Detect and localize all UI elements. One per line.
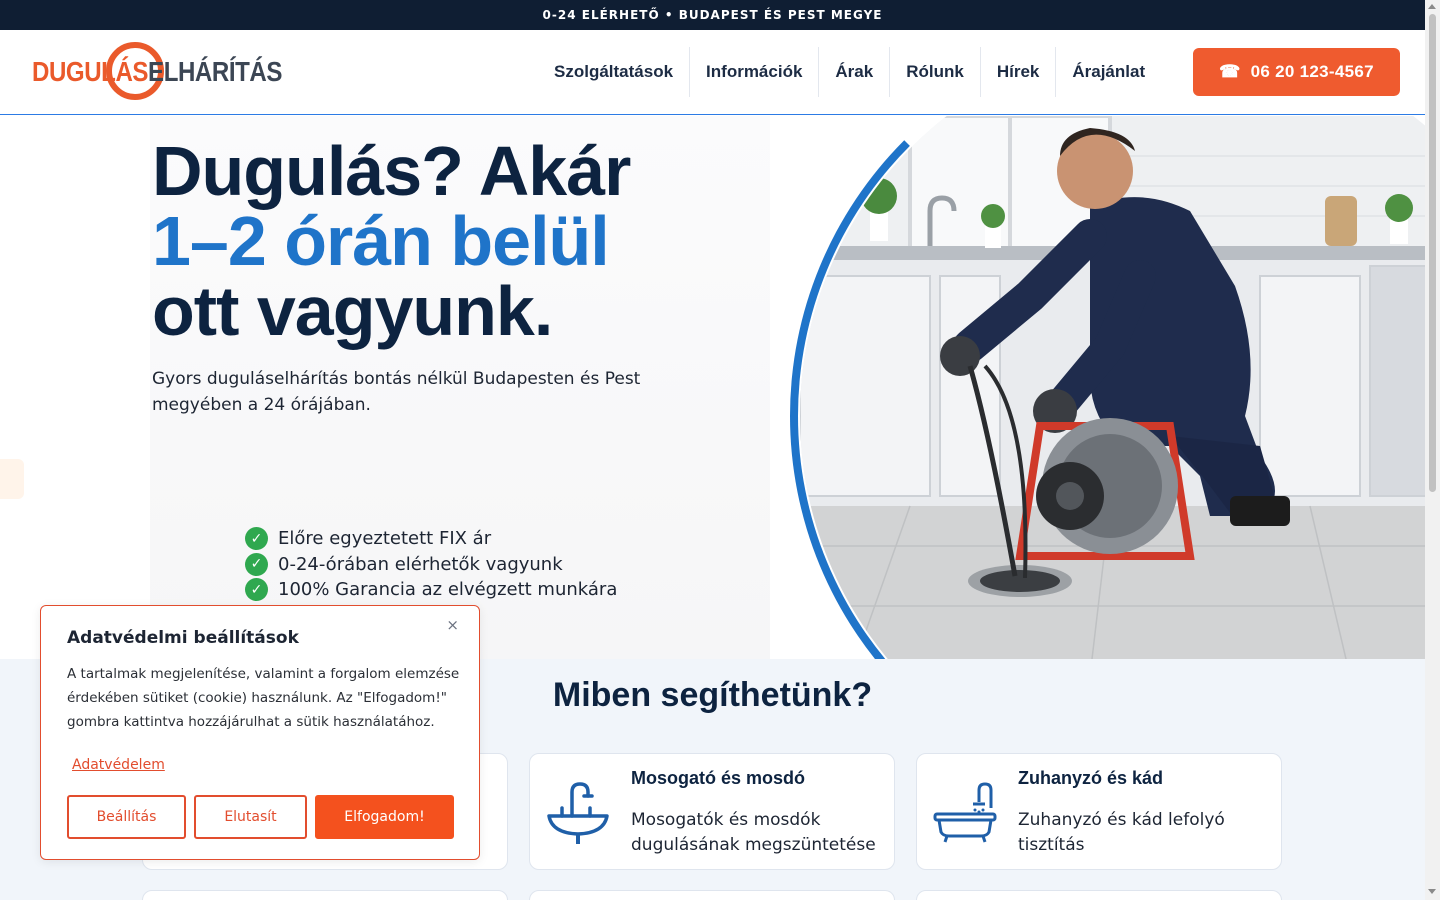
main-nav: Szolgáltatások Információk Árak Rólunk H… [538, 47, 1161, 97]
service-card-sink[interactable]: Mosogató és mosdó Mosogatók és mosdók du… [529, 753, 895, 870]
phone-icon: ☎ [1219, 62, 1241, 81]
site-logo[interactable]: DUGULÁSELHÁRÍTÁS [32, 42, 282, 104]
site-header: DUGULÁSELHÁRÍTÁS Szolgáltatások Informác… [0, 30, 1425, 115]
nav-item-arak[interactable]: Árak [818, 47, 889, 97]
card-description: Zuhanyzó és kád lefolyó tisztítás [1018, 810, 1225, 855]
feature-text: 0-24-órában elérhetők vagyunk [278, 553, 563, 575]
card-title: Mosogató és mosdó [631, 768, 806, 788]
feature-item: ✓ 0-24-órában elérhetők vagyunk [245, 552, 617, 578]
bathtub-icon [931, 778, 1001, 848]
announcement-text: 0-24 ELÉRHETŐ • BUDAPEST ÉS PEST MEGYE [542, 8, 883, 22]
hero-section: Dugulás? Akár 1–2 órán belül ott vagyunk… [0, 116, 1425, 659]
check-icon: ✓ [245, 552, 268, 576]
side-widget-tab[interactable] [0, 459, 24, 499]
cookie-consent-dialog: × Adatvédelmi beállítások A tartalmak me… [40, 605, 480, 860]
hero-plumber-photo [790, 116, 1425, 659]
decorative-blue-arc [790, 116, 1425, 659]
service-card-next[interactable] [529, 890, 895, 900]
service-card-next[interactable] [142, 890, 508, 900]
headline-line-2: 1–2 órán belül [152, 202, 610, 280]
feature-item: ✓ Előre egyeztetett FIX ár [245, 526, 617, 552]
scrollbar-thumb[interactable] [1429, 14, 1436, 492]
top-announcement-bar: 0-24 ELÉRHETŐ • BUDAPEST ÉS PEST MEGYE [0, 0, 1425, 30]
nav-item-szolgaltatasok[interactable]: Szolgáltatások [538, 47, 689, 97]
nav-item-rolunk[interactable]: Rólunk [889, 47, 980, 97]
card-description: Mosogatók és mosdók dugulásának megszünt… [631, 810, 876, 855]
privacy-link[interactable]: Adatvédelem [72, 757, 165, 773]
scroll-down-icon[interactable] [1428, 889, 1436, 894]
cookie-text: A tartalmak megjelenítése, valamint a fo… [67, 666, 460, 730]
check-icon: ✓ [245, 527, 268, 551]
feature-text: 100% Garancia az elvégzett munkára [278, 579, 618, 601]
cookie-settings-button[interactable]: Beállítás [67, 795, 186, 839]
sink-icon [544, 778, 614, 848]
call-phone-button[interactable]: ☎ 06 20 123-4567 [1193, 48, 1400, 96]
logo-part-2: ELHÁRÍTÁS [148, 56, 282, 87]
feature-text: Előre egyeztetett FIX ár [278, 528, 492, 550]
nav-item-arajanlat[interactable]: Árajánlat [1055, 47, 1161, 97]
page-scrollbar[interactable] [1425, 0, 1440, 900]
scroll-up-icon[interactable] [1428, 4, 1436, 9]
logo-wordmark: DUGULÁSELHÁRÍTÁS [32, 56, 282, 88]
close-icon[interactable]: × [446, 616, 459, 634]
cookie-reject-button[interactable]: Elutasít [194, 795, 307, 839]
check-icon: ✓ [245, 578, 268, 602]
logo-part-1: DUGULÁS [32, 56, 149, 87]
hero-headline: Dugulás? Akár 1–2 órán belül ott vagyunk… [152, 132, 631, 350]
feature-list: ✓ Előre egyeztetett FIX ár ✓ 0-24-órában… [245, 526, 617, 603]
headline-line-1: Dugulás? Akár [152, 132, 631, 210]
cookie-title: Adatvédelmi beállítások [67, 628, 299, 648]
nav-item-informaciok[interactable]: Információk [689, 47, 818, 97]
card-title: Zuhanyzó és kád [1018, 768, 1164, 788]
service-card-next[interactable] [916, 890, 1282, 900]
nav-item-hirek[interactable]: Hírek [979, 47, 1056, 97]
call-button-label: 06 20 123-4567 [1250, 62, 1374, 81]
headline-line-3: ott vagyunk. [152, 272, 553, 350]
hero-subtitle: Gyors duguláselhárítás bontás nélkül Bud… [152, 369, 641, 415]
service-card-bathtub[interactable]: Zuhanyzó és kád Zuhanyzó és kád lefolyó … [916, 753, 1282, 870]
feature-item: ✓ 100% Garancia az elvégzett munkára [245, 577, 617, 603]
cookie-accept-button[interactable]: Elfogadom! [315, 795, 454, 839]
